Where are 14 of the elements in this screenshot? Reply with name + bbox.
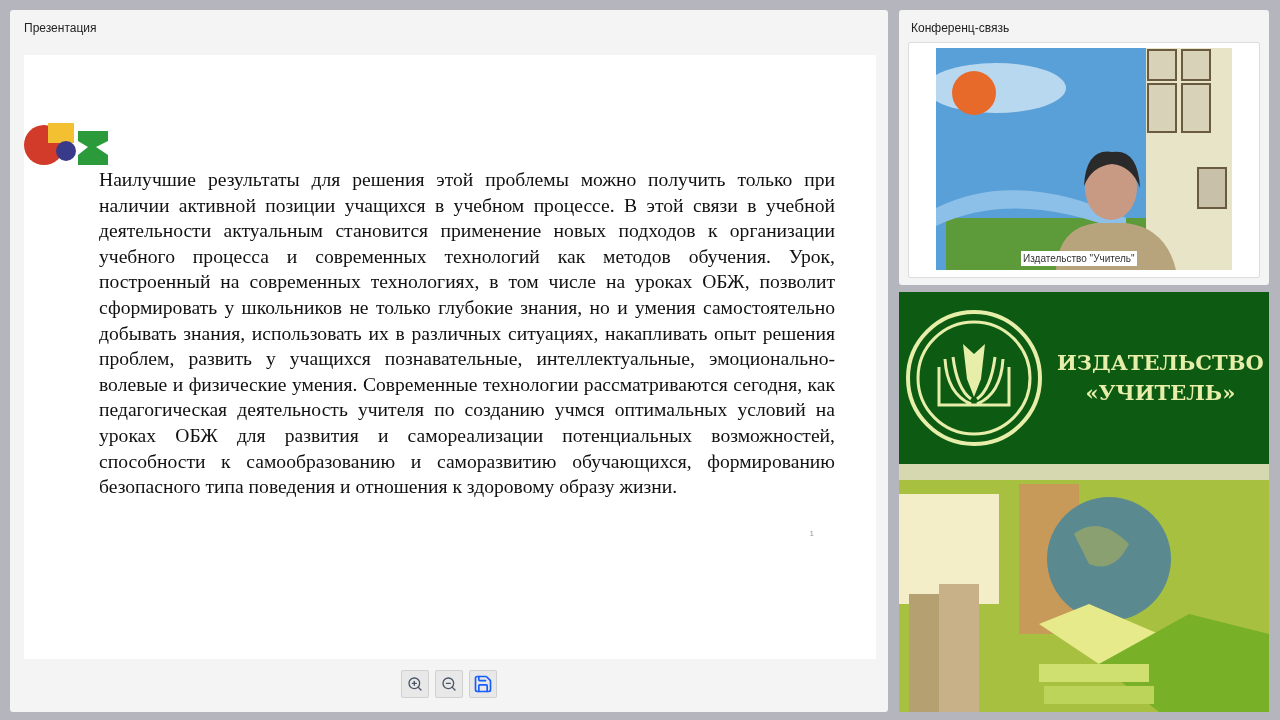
zoom-out-icon xyxy=(441,676,457,692)
banner-title: «УЧИТЕЛЬ» xyxy=(1085,379,1236,407)
zoom-in-button[interactable] xyxy=(401,670,429,698)
save-button[interactable] xyxy=(469,670,497,698)
page-number: 1 xyxy=(809,527,814,540)
zoom-out-button[interactable] xyxy=(435,670,463,698)
zoom-in-icon xyxy=(407,676,423,692)
panel-title: Презентация xyxy=(24,20,98,37)
slide-paragraph: Наилучшие результаты для решения этой проблемы можно получить только при наличии активной позиции учащихся в учебном процессе. В этой связи в учебной деятельности актуальным становится применение новых подходов к организации учебного процесса и современных технологий как методов обучения. Урок, построенный на современных технологиях, в том числе на уроках ОБЖ, позволит сформировать у школьников не только глубокие знания, но и умения самостоятельно добывать знания, использовать их в различных ситуациях, накапливать опыт решения проблем, развить у учащихся познавательные, интеллектуальные, эмоционально-волевые и физические умения. Современные технологии рассматриваются сегодня, как педагогическая деятельность учителя по созданию учмся оптимальных условий на уроках ОБЖ для развития и самореализации потенциальных возможностей, способности к самообразованию и саморазвитию обучающихся, формированию безопасного типа поведения и отношения к здоровому образу жизни. xyxy=(99,168,835,500)
logo-icon xyxy=(905,309,1043,447)
participant-label: Издательство "Учитель" xyxy=(1021,251,1137,266)
save-icon xyxy=(473,674,493,694)
panel-title: Конференц-связь xyxy=(910,20,1011,37)
banner-title: ИЗДАТЕЛЬСТВО xyxy=(1057,349,1264,377)
